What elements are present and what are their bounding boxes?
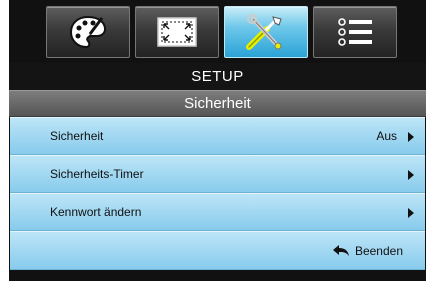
screen-resize-icon [156, 16, 198, 48]
tools-icon [243, 13, 289, 51]
menu-item-change-password[interactable]: Kennwort ändern [10, 193, 425, 231]
exit-row: Beenden [10, 231, 425, 270]
exit-label: Beenden [354, 244, 403, 258]
menu-item-label: Sicherheit [50, 129, 104, 143]
menu-item-security[interactable]: Sicherheit Aus [10, 117, 425, 155]
list-icon [336, 16, 374, 48]
tab-bar [9, 0, 426, 63]
tab-display[interactable] [46, 6, 130, 58]
tab-image[interactable] [135, 6, 219, 58]
submenu-title: Sicherheit [9, 90, 426, 117]
chevron-right-icon [408, 170, 414, 180]
menu-item-security-timer[interactable]: Sicherheits-Timer [10, 155, 425, 193]
back-arrow-icon [332, 245, 350, 257]
chevron-right-icon [408, 132, 414, 142]
menu-item-value: Aus [376, 129, 397, 143]
menu-item-label: Kennwort ändern [50, 205, 142, 219]
chevron-right-icon [408, 208, 414, 218]
exit-button[interactable]: Beenden [332, 244, 403, 258]
tab-options[interactable] [313, 6, 397, 58]
menu-item-label: Sicherheits-Timer [50, 167, 144, 181]
menu-list: Sicherheit Aus Sicherheits-Timer Kennwor… [10, 117, 425, 281]
menu-title: SETUP [9, 63, 426, 90]
palette-icon [68, 14, 108, 50]
tab-setup[interactable] [224, 6, 308, 58]
osd-menu: SETUP Sicherheit Sicherheit Aus Sicherhe… [9, 0, 426, 281]
